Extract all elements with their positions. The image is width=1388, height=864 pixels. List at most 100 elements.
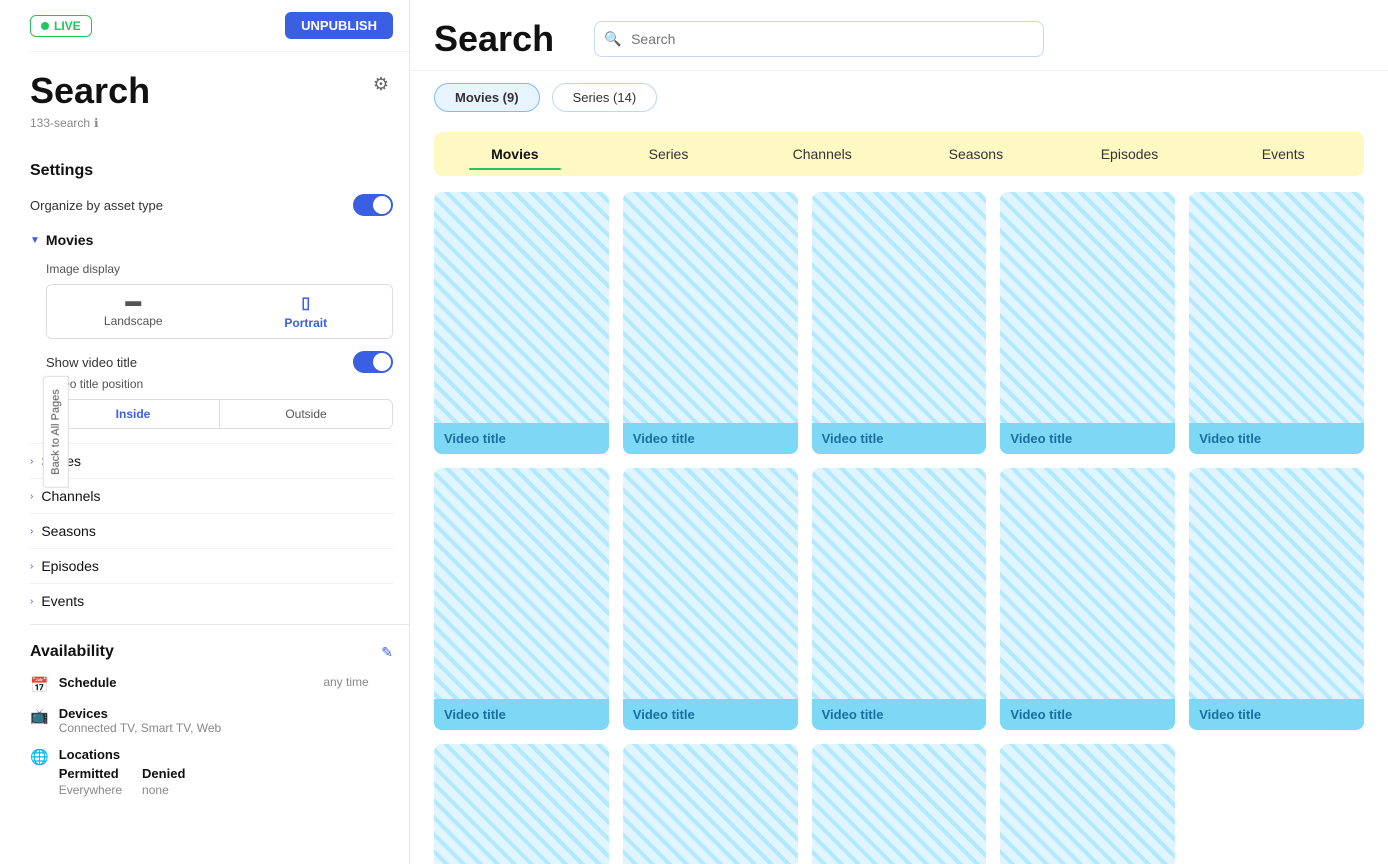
movies-section: ▼ Movies Image display ▬ Landscape ▯ Por… bbox=[30, 228, 393, 429]
sidebar-title: Search bbox=[30, 70, 150, 112]
video-card[interactable]: Video title bbox=[623, 192, 798, 454]
show-video-title-label: Show video title bbox=[46, 355, 137, 370]
settings-section: Settings Organize by asset type ▼ Movies… bbox=[30, 146, 409, 618]
gear-icon: ⚙ bbox=[373, 74, 389, 94]
video-card[interactable]: Video title bbox=[812, 192, 987, 454]
filter-pills-row: Movies (9) Series (14) bbox=[410, 71, 1388, 124]
video-card[interactable]: Video title bbox=[1000, 744, 1175, 864]
landscape-button[interactable]: ▬ Landscape bbox=[47, 285, 220, 338]
chevron-right-icon: › bbox=[30, 491, 33, 502]
asset-tab-episodes[interactable]: Episodes bbox=[1053, 136, 1207, 172]
show-video-title-toggle[interactable] bbox=[353, 351, 393, 373]
video-thumbnail bbox=[812, 468, 987, 730]
outside-button[interactable]: Outside bbox=[220, 400, 392, 428]
video-title: Video title bbox=[812, 423, 987, 454]
video-thumbnail bbox=[434, 468, 609, 730]
locations-content: Locations Permitted Denied Everywhere no… bbox=[59, 747, 206, 797]
video-thumbnail bbox=[623, 744, 798, 864]
main-header: Search 🔍 bbox=[410, 0, 1388, 71]
schedule-value: any time bbox=[323, 675, 368, 690]
live-dot bbox=[41, 22, 49, 30]
devices-label: Devices bbox=[59, 706, 222, 721]
filter-pill[interactable]: Movies (9) bbox=[434, 83, 540, 112]
video-title: Video title bbox=[434, 423, 609, 454]
chevron-right-icon: › bbox=[30, 526, 33, 537]
back-to-all-pages-tab[interactable]: Back to All Pages bbox=[43, 376, 69, 488]
video-card[interactable]: Video title bbox=[812, 744, 987, 864]
asset-tab-channels[interactable]: Channels bbox=[745, 136, 899, 172]
chevron-right-icon: › bbox=[30, 561, 33, 572]
video-title-position-label: Video title position bbox=[46, 377, 393, 391]
video-title: Video title bbox=[623, 699, 798, 730]
asset-tab-movies[interactable]: Movies bbox=[438, 136, 592, 172]
asset-tabs: MoviesSeriesChannelsSeasonsEpisodesEvent… bbox=[434, 132, 1364, 176]
video-card[interactable]: Video title bbox=[434, 468, 609, 730]
sidebar-item-seasons[interactable]: › Seasons bbox=[30, 513, 393, 548]
video-thumbnail bbox=[1000, 468, 1175, 730]
unpublish-button[interactable]: UNPUBLISH bbox=[285, 12, 393, 39]
permitted-label: Permitted bbox=[59, 766, 122, 781]
availability-heading-row: Availability ✎ bbox=[30, 643, 393, 661]
image-display-toggle: ▬ Landscape ▯ Portrait bbox=[46, 284, 393, 339]
sidebar-item-events[interactable]: › Events bbox=[30, 583, 393, 618]
devices-icon: 📺 bbox=[30, 707, 49, 725]
video-card[interactable]: Video title bbox=[623, 468, 798, 730]
sidebar-top-bar: LIVE UNPUBLISH bbox=[30, 0, 409, 52]
video-card[interactable]: Video title bbox=[623, 744, 798, 864]
availability-edit-icon[interactable]: ✎ bbox=[381, 644, 393, 661]
portrait-label: Portrait bbox=[284, 316, 327, 330]
video-card[interactable]: Video title bbox=[434, 744, 609, 864]
settings-gear-button[interactable]: ⚙ bbox=[369, 70, 393, 99]
video-card[interactable]: Video title bbox=[1189, 468, 1364, 730]
video-thumbnail bbox=[1189, 192, 1364, 454]
video-card[interactable]: Video title bbox=[1000, 192, 1175, 454]
search-icon: 🔍 bbox=[604, 31, 621, 48]
availability-heading: Availability bbox=[30, 643, 114, 661]
filter-pill[interactable]: Series (14) bbox=[552, 83, 658, 112]
landscape-icon: ▬ bbox=[125, 293, 141, 311]
live-label: LIVE bbox=[54, 19, 81, 33]
asset-tab-events[interactable]: Events bbox=[1206, 136, 1360, 172]
asset-tab-seasons[interactable]: Seasons bbox=[899, 136, 1053, 172]
video-title-position-toggle: Inside Outside bbox=[46, 399, 393, 429]
sidebar-item-channels[interactable]: › Channels bbox=[30, 478, 393, 513]
portrait-button[interactable]: ▯ Portrait bbox=[220, 285, 393, 338]
video-thumbnail bbox=[623, 192, 798, 454]
inside-button[interactable]: Inside bbox=[47, 400, 220, 428]
movies-collapse-row[interactable]: ▼ Movies bbox=[30, 228, 393, 252]
portrait-icon: ▯ bbox=[301, 293, 310, 313]
locations-grid: Permitted Denied Everywhere none bbox=[59, 766, 206, 797]
video-thumbnail bbox=[1000, 744, 1175, 864]
info-icon: ℹ bbox=[94, 116, 99, 130]
devices-row: 📺 Devices Connected TV, Smart TV, Web bbox=[30, 706, 393, 735]
organize-label: Organize by asset type bbox=[30, 198, 163, 213]
video-card[interactable]: Video title bbox=[434, 192, 609, 454]
sidebar-item-series[interactable]: › Series bbox=[30, 443, 393, 478]
nav-items: › Series › Channels › Seasons › Episodes… bbox=[30, 443, 393, 618]
video-thumbnail bbox=[434, 744, 609, 864]
show-video-title-row: Show video title bbox=[46, 351, 393, 373]
video-card[interactable]: Video title bbox=[812, 468, 987, 730]
permitted-value: Everywhere bbox=[59, 783, 122, 797]
video-thumbnail bbox=[812, 192, 987, 454]
video-title: Video title bbox=[434, 699, 609, 730]
nav-item-label: Seasons bbox=[41, 523, 95, 539]
sidebar-item-episodes[interactable]: › Episodes bbox=[30, 548, 393, 583]
nav-item-label: Episodes bbox=[41, 558, 99, 574]
devices-content: Devices Connected TV, Smart TV, Web bbox=[59, 706, 222, 735]
locations-label: Locations bbox=[59, 747, 206, 762]
video-title: Video title bbox=[812, 699, 987, 730]
globe-icon: 🌐 bbox=[30, 748, 49, 766]
video-card[interactable]: Video title bbox=[1000, 468, 1175, 730]
nav-item-label: Channels bbox=[41, 488, 100, 504]
movies-chevron-down-icon: ▼ bbox=[30, 235, 40, 246]
search-input[interactable] bbox=[594, 21, 1044, 57]
video-thumbnail bbox=[623, 468, 798, 730]
settings-heading: Settings bbox=[30, 162, 393, 180]
denied-value: none bbox=[142, 783, 205, 797]
video-card[interactable]: Video title bbox=[1189, 192, 1364, 454]
video-title: Video title bbox=[1000, 699, 1175, 730]
asset-tab-series[interactable]: Series bbox=[592, 136, 746, 172]
organize-toggle[interactable] bbox=[353, 194, 393, 216]
schedule-label: Schedule bbox=[59, 675, 117, 690]
